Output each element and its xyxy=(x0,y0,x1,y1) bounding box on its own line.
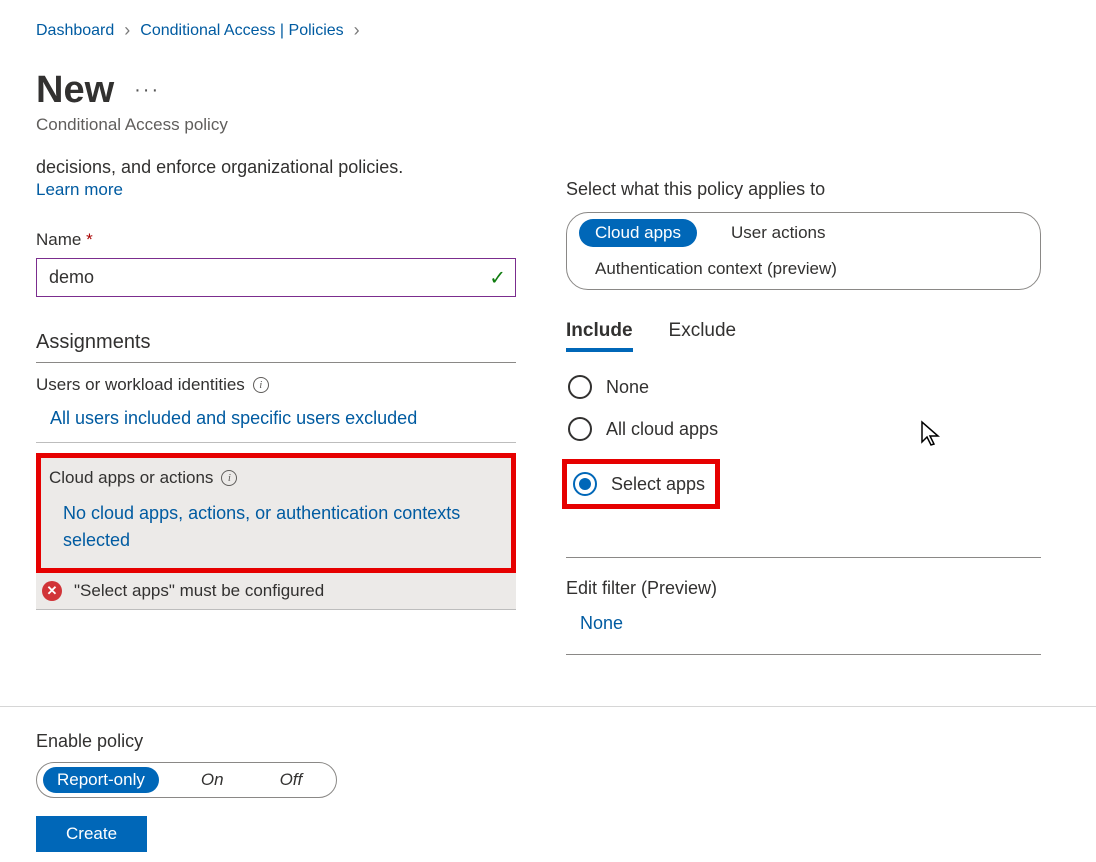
error-icon: ✕ xyxy=(42,581,62,601)
info-icon[interactable]: i xyxy=(253,377,269,393)
users-label: Users or workload identities xyxy=(36,375,245,395)
cloud-apps-link[interactable]: No cloud apps, actions, or authenticatio… xyxy=(49,500,503,554)
intro-text: decisions, and enforce organizational po… xyxy=(36,157,516,178)
select-apps-highlight: Select apps xyxy=(562,459,720,509)
checkmark-icon: ✓ xyxy=(489,265,506,290)
breadcrumb: Dashboard › Conditional Access | Policie… xyxy=(36,20,1060,41)
pill-auth-context[interactable]: Authentication context (preview) xyxy=(579,255,853,283)
tab-exclude[interactable]: Exclude xyxy=(669,320,737,352)
chevron-right-icon: › xyxy=(354,20,360,41)
include-exclude-tabs: Include Exclude xyxy=(566,320,1041,353)
learn-more-link[interactable]: Learn more xyxy=(36,180,123,200)
assignments-heading: Assignments xyxy=(36,331,516,363)
breadcrumb-conditional-access[interactable]: Conditional Access | Policies xyxy=(140,22,343,40)
users-assignment[interactable]: Users or workload identities i All users… xyxy=(36,363,516,443)
footer: Enable policy Report-only On Off Create xyxy=(0,706,1096,862)
toggle-off[interactable]: Off xyxy=(266,767,317,793)
radio-all-cloud-apps[interactable]: All cloud apps xyxy=(568,417,1041,441)
users-link[interactable]: All users included and specific users ex… xyxy=(36,405,516,432)
info-icon[interactable]: i xyxy=(221,470,237,486)
chevron-right-icon: › xyxy=(124,20,130,41)
more-icon[interactable]: ··· xyxy=(134,79,160,102)
required-indicator: * xyxy=(86,230,93,249)
name-input[interactable] xyxy=(36,258,516,297)
radio-select-apps[interactable]: Select apps xyxy=(573,472,705,496)
edit-filter-label: Edit filter (Preview) xyxy=(566,578,1041,599)
page-title: New xyxy=(36,71,114,109)
page-subtitle: Conditional Access policy xyxy=(36,115,1060,135)
pill-cloud-apps[interactable]: Cloud apps xyxy=(579,219,697,247)
breadcrumb-dashboard[interactable]: Dashboard xyxy=(36,22,114,40)
applies-to-pills: Cloud apps User actions Authentication c… xyxy=(566,212,1041,290)
radio-none[interactable]: None xyxy=(568,375,1041,399)
pill-user-actions[interactable]: User actions xyxy=(715,219,841,247)
name-label: Name * xyxy=(36,230,516,250)
radio-group: None All cloud apps Select apps xyxy=(566,375,1041,509)
enable-policy-label: Enable policy xyxy=(36,731,1060,752)
error-row: ✕ "Select apps" must be configured xyxy=(36,573,516,610)
toggle-on[interactable]: On xyxy=(187,767,238,793)
toggle-report-only[interactable]: Report-only xyxy=(43,767,159,793)
applies-to-label: Select what this policy applies to xyxy=(566,179,1041,200)
create-button[interactable]: Create xyxy=(36,816,147,852)
edit-filter-link[interactable]: None xyxy=(566,613,623,633)
enable-policy-toggle: Report-only On Off xyxy=(36,762,337,798)
cloud-apps-label: Cloud apps or actions xyxy=(49,468,213,488)
cloud-apps-assignment[interactable]: Cloud apps or actions i No cloud apps, a… xyxy=(36,453,516,573)
tab-include[interactable]: Include xyxy=(566,320,633,352)
error-text: "Select apps" must be configured xyxy=(74,581,324,601)
